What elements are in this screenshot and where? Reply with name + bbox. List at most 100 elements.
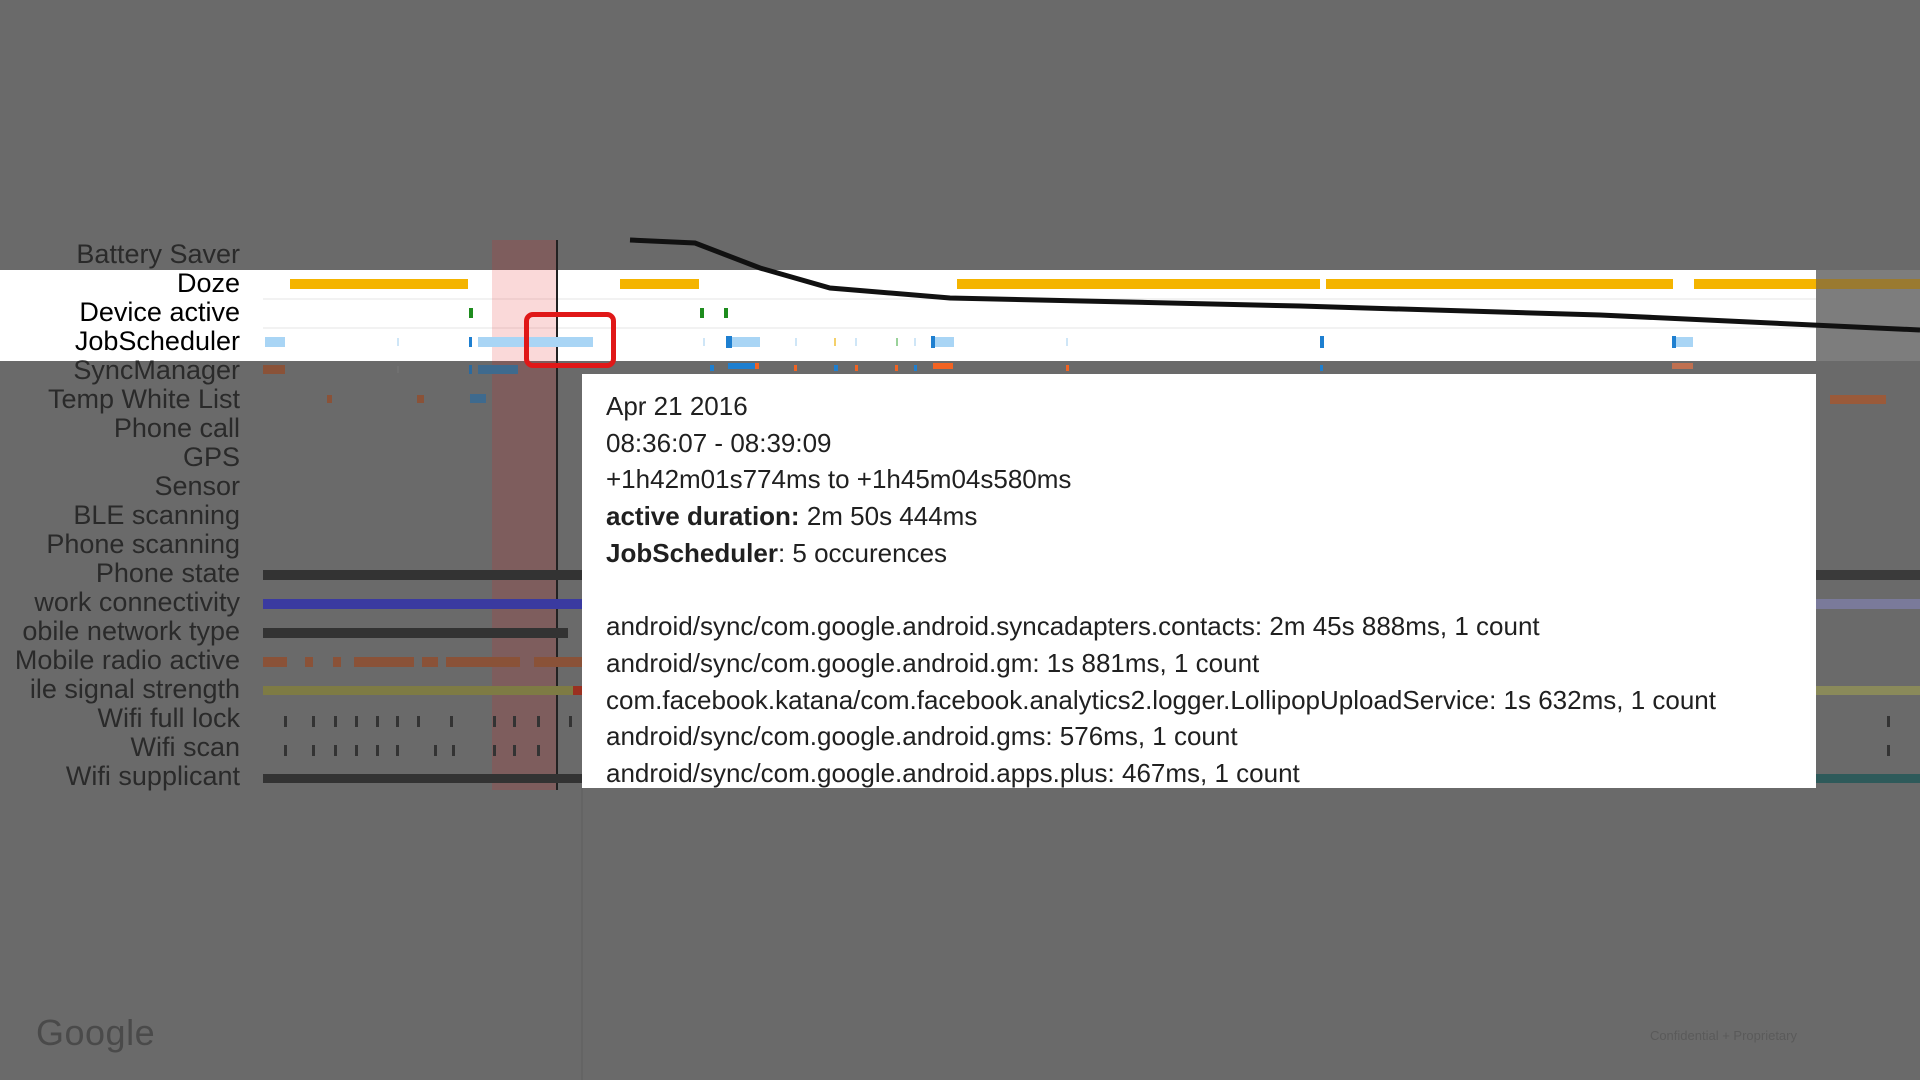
job-mark xyxy=(726,336,732,348)
temp-white-list-mark xyxy=(417,395,424,403)
wifi-scan-tick xyxy=(284,745,287,756)
radio-mark xyxy=(333,657,341,667)
row-label-mobile-signal-strength: ile signal strength xyxy=(29,674,240,704)
sync-mark xyxy=(755,363,759,369)
row-label-phone-state: Phone state xyxy=(95,558,240,588)
tooltip-entry: android/sync/com.google.android.gm: 1s 8… xyxy=(606,647,1260,678)
device-active-tick xyxy=(469,308,473,318)
signal-strength-bar xyxy=(263,686,573,695)
job-mark xyxy=(935,337,954,347)
wifi-scan-tick xyxy=(396,745,399,756)
job-mark xyxy=(855,338,857,346)
active-duration-value: 2m 50s 444ms xyxy=(799,501,978,532)
sync-mark xyxy=(263,365,285,374)
sync-mark xyxy=(1672,363,1693,369)
network-connectivity-bar xyxy=(263,599,583,609)
job-mark xyxy=(795,338,797,346)
tooltip-spacer xyxy=(606,572,1792,609)
doze-bar xyxy=(290,279,468,289)
job-count-value: : 5 occurences xyxy=(777,537,948,568)
job-mark xyxy=(834,338,836,346)
radio-mark xyxy=(534,657,583,667)
wifi-scan-tick xyxy=(493,745,496,756)
doze-bar xyxy=(620,279,699,289)
job-mark xyxy=(896,338,898,346)
row-label-wifi-full-lock: Wifi full lock xyxy=(97,703,240,733)
row-label-phone-scanning: Phone scanning xyxy=(46,529,240,559)
phone-state-bar xyxy=(263,570,583,580)
job-mark xyxy=(931,336,935,348)
sync-mark xyxy=(1066,365,1069,371)
device-active-tick xyxy=(724,308,728,318)
sync-mark xyxy=(855,365,858,371)
sync-mark xyxy=(728,363,756,369)
job-mark xyxy=(265,337,285,347)
row-label-gps: GPS xyxy=(182,442,240,472)
row-label-network-connectivity: work connectivity xyxy=(34,587,240,617)
tooltip-entry: com.facebook.katana/com.facebook.analyti… xyxy=(606,684,1716,715)
wifi-lock-tick xyxy=(376,716,379,727)
sync-mark xyxy=(1320,365,1323,371)
row-label-device-active: Device active xyxy=(79,297,240,327)
job-mark xyxy=(397,338,399,346)
tooltip-date: Apr 21 2016 xyxy=(606,391,748,421)
tooltip-entry: android/sync/com.google.android.apps.plu… xyxy=(606,758,1300,789)
wifi-lock-tick xyxy=(1887,716,1890,727)
wifi-lock-tick xyxy=(396,716,399,727)
wifi-lock-tick xyxy=(334,716,337,727)
row-label-phone-call: Phone call xyxy=(113,413,240,443)
sync-mark xyxy=(710,365,714,371)
sync-mark xyxy=(397,366,399,373)
wifi-lock-tick xyxy=(284,716,287,727)
row-label-battery-saver: Battery Saver xyxy=(76,239,240,269)
tooltip-entry: android/sync/com.google.android.gms: 576… xyxy=(606,721,1238,752)
sync-mark xyxy=(914,365,917,371)
wifi-lock-tick xyxy=(513,716,516,727)
row-label-ble-scanning: BLE scanning xyxy=(73,500,240,530)
job-mark xyxy=(703,338,705,346)
tooltip-job-count: JobScheduler: 5 occurences xyxy=(606,535,1792,572)
google-logo: Google xyxy=(36,1012,156,1053)
radio-mark xyxy=(422,657,438,667)
wifi-lock-tick xyxy=(450,716,453,727)
row-label-sensor: Sensor xyxy=(154,471,240,501)
radio-mark xyxy=(263,657,287,667)
row-label-mobile-radio-active: Mobile radio active xyxy=(14,645,240,675)
job-mark xyxy=(1320,336,1324,348)
sync-mark xyxy=(469,365,472,374)
sync-mark xyxy=(478,365,518,374)
selected-event-highlight[interactable] xyxy=(524,312,616,368)
tooltip-time-range: 08:36:07 - 08:39:09 xyxy=(606,427,832,458)
wifi-scan-tick xyxy=(452,745,455,756)
doze-bar-dim xyxy=(1816,279,1920,289)
sync-mark xyxy=(834,365,838,371)
phone-state-bar xyxy=(1816,570,1920,580)
signal-strength-bar xyxy=(1816,686,1920,695)
row-label-syncmanager: SyncManager xyxy=(73,355,240,385)
battery-historian-slide: Battery Saver Doze Device active JobSche… xyxy=(0,0,1920,1080)
wifi-supplicant-bar xyxy=(1816,774,1920,783)
row-label-temp-white-list: Temp White List xyxy=(47,384,240,414)
wifi-scan-tick xyxy=(513,745,516,756)
row-label-jobscheduler: JobScheduler xyxy=(74,326,240,356)
event-tooltip: Apr 21 2016 08:36:07 - 08:39:09 +1h42m01… xyxy=(582,374,1816,788)
tooltip-entry: android/sync/com.google.android.syncadap… xyxy=(606,611,1540,642)
device-active-tick xyxy=(700,308,704,318)
radio-mark xyxy=(354,657,414,667)
sync-mark xyxy=(933,363,953,369)
wifi-lock-tick xyxy=(417,716,420,727)
radio-mark xyxy=(305,657,313,667)
wifi-lock-tick xyxy=(312,716,315,727)
mobile-network-type-bar xyxy=(263,628,568,638)
job-mark xyxy=(732,337,760,347)
syncmanager-marks xyxy=(263,363,1693,374)
wifi-scan-tick xyxy=(312,745,315,756)
doze-bar xyxy=(1694,279,1816,289)
row-label-wifi-supplicant: Wifi supplicant xyxy=(65,761,240,791)
wifi-scan-tick xyxy=(355,745,358,756)
job-mark xyxy=(1066,338,1068,346)
row-label-wifi-scan: Wifi scan xyxy=(130,732,240,762)
row-label-doze: Doze xyxy=(176,268,240,298)
wifi-scan-tick xyxy=(434,745,437,756)
wifi-scan-tick xyxy=(1887,745,1890,756)
